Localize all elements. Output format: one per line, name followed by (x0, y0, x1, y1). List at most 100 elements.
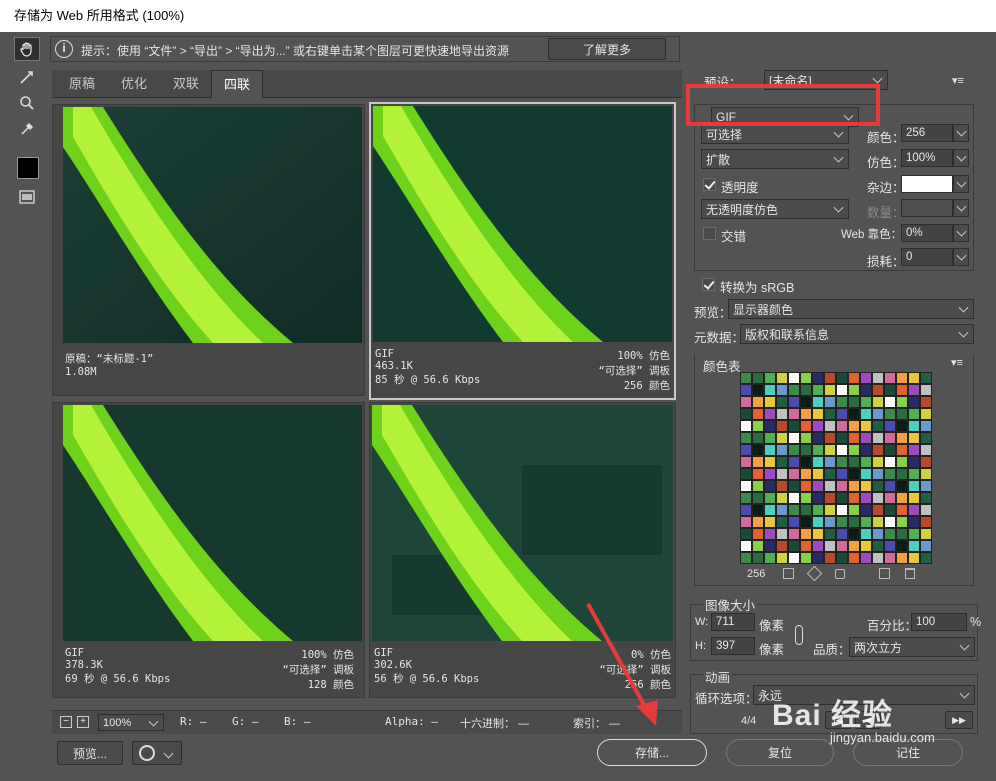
color-swatch[interactable] (800, 456, 812, 468)
color-swatch[interactable] (860, 432, 872, 444)
color-swatch[interactable] (752, 384, 764, 396)
color-swatch[interactable] (836, 372, 848, 384)
color-swatch[interactable] (920, 492, 932, 504)
color-swatch[interactable] (800, 396, 812, 408)
color-swatch[interactable] (836, 492, 848, 504)
color-swatch[interactable] (920, 504, 932, 516)
metadata-select[interactable]: 版权和联系信息 (740, 324, 974, 344)
color-swatch[interactable] (896, 432, 908, 444)
color-swatch[interactable] (884, 468, 896, 480)
color-swatch[interactable] (824, 480, 836, 492)
color-swatch[interactable] (764, 372, 776, 384)
color-swatch[interactable] (776, 444, 788, 456)
color-swatch[interactable] (920, 420, 932, 432)
color-swatch[interactable] (896, 492, 908, 504)
color-swatch[interactable] (764, 420, 776, 432)
color-swatch[interactable] (752, 420, 764, 432)
color-swatch[interactable] (800, 504, 812, 516)
color-swatch[interactable] (824, 372, 836, 384)
color-swatch[interactable] (848, 528, 860, 540)
color-swatch[interactable] (920, 444, 932, 456)
color-swatch[interactable] (764, 396, 776, 408)
save-button[interactable]: 存储... (597, 739, 707, 766)
color-swatch[interactable] (764, 552, 776, 564)
color-swatch[interactable] (740, 384, 752, 396)
color-swatch[interactable] (740, 552, 752, 564)
color-swatch[interactable] (908, 384, 920, 396)
color-swatch[interactable] (788, 540, 800, 552)
color-table-grid[interactable] (740, 372, 932, 564)
color-swatch[interactable] (896, 384, 908, 396)
color-swatch[interactable] (788, 444, 800, 456)
color-swatch[interactable] (752, 444, 764, 456)
srgb-checkbox[interactable] (702, 278, 715, 291)
color-swatch[interactable] (848, 420, 860, 432)
color-swatch[interactable] (884, 420, 896, 432)
hand-tool-icon[interactable] (14, 37, 40, 61)
color-swatch[interactable] (848, 504, 860, 516)
color-swatch[interactable] (776, 468, 788, 480)
preview-pane-3[interactable]: GIF 100% 仿色 378.3K “可选择” 调板 69 秒 @ 56.6 Kb… (52, 402, 365, 698)
color-swatch[interactable] (788, 420, 800, 432)
color-swatch[interactable] (836, 456, 848, 468)
color-swatch[interactable] (920, 372, 932, 384)
color-swatch[interactable] (752, 372, 764, 384)
map-color-icon[interactable] (783, 568, 794, 579)
color-swatch[interactable] (752, 540, 764, 552)
color-swatch[interactable] (788, 516, 800, 528)
tab-2up[interactable]: 双联 (160, 70, 212, 98)
color-swatch[interactable] (752, 480, 764, 492)
color-swatch[interactable] (860, 372, 872, 384)
color-swatch[interactable] (884, 540, 896, 552)
color-swatch[interactable] (812, 432, 824, 444)
color-swatch[interactable] (872, 420, 884, 432)
color-swatch[interactable] (896, 396, 908, 408)
color-swatch[interactable] (908, 456, 920, 468)
color-swatch[interactable] (776, 456, 788, 468)
transparency-checkbox[interactable] (703, 178, 716, 191)
color-swatch[interactable] (752, 528, 764, 540)
color-swatch[interactable] (920, 528, 932, 540)
color-swatch[interactable] (920, 432, 932, 444)
color-swatch[interactable] (860, 408, 872, 420)
color-swatch[interactable] (920, 384, 932, 396)
color-table-menu-icon[interactable]: ▾≡ (951, 356, 963, 369)
color-swatch[interactable] (752, 468, 764, 480)
web-snap-dropdown[interactable] (953, 224, 969, 242)
color-swatch[interactable] (776, 516, 788, 528)
color-swatch[interactable] (764, 528, 776, 540)
color-swatch[interactable] (764, 408, 776, 420)
web-snap-input[interactable]: 0% (901, 224, 953, 242)
color-swatch[interactable] (884, 384, 896, 396)
preview-pane-original[interactable]: 原稿：“未标题-1” 1.08M (52, 104, 365, 396)
color-swatch[interactable] (860, 420, 872, 432)
color-swatch[interactable] (920, 516, 932, 528)
color-swatch[interactable] (872, 480, 884, 492)
color-swatch[interactable] (752, 504, 764, 516)
color-swatch[interactable] (776, 504, 788, 516)
color-swatch[interactable] (800, 432, 812, 444)
preview-mode-select[interactable]: 显示器颜色 (728, 299, 974, 319)
color-swatch[interactable] (908, 468, 920, 480)
color-swatch[interactable] (764, 492, 776, 504)
color-swatch[interactable] (824, 408, 836, 420)
color-swatch[interactable] (824, 540, 836, 552)
color-swatch[interactable] (884, 456, 896, 468)
color-swatch[interactable] (824, 444, 836, 456)
color-swatch[interactable] (872, 540, 884, 552)
color-swatch[interactable] (848, 516, 860, 528)
color-swatch[interactable] (800, 552, 812, 564)
color-swatch[interactable] (752, 432, 764, 444)
color-swatch[interactable] (752, 408, 764, 420)
color-swatch[interactable] (824, 420, 836, 432)
color-swatch[interactable] (860, 540, 872, 552)
color-swatch[interactable] (884, 528, 896, 540)
learn-more-button[interactable]: 了解更多 (548, 38, 666, 60)
slice-select-tool-icon[interactable] (14, 65, 40, 89)
color-swatch[interactable] (884, 408, 896, 420)
color-swatch[interactable] (764, 516, 776, 528)
color-swatch[interactable] (836, 480, 848, 492)
panel-menu-icon[interactable]: ▾≡ (952, 74, 964, 87)
next-frame-button[interactable]: ▶▶ (945, 711, 973, 729)
color-swatch[interactable] (884, 492, 896, 504)
